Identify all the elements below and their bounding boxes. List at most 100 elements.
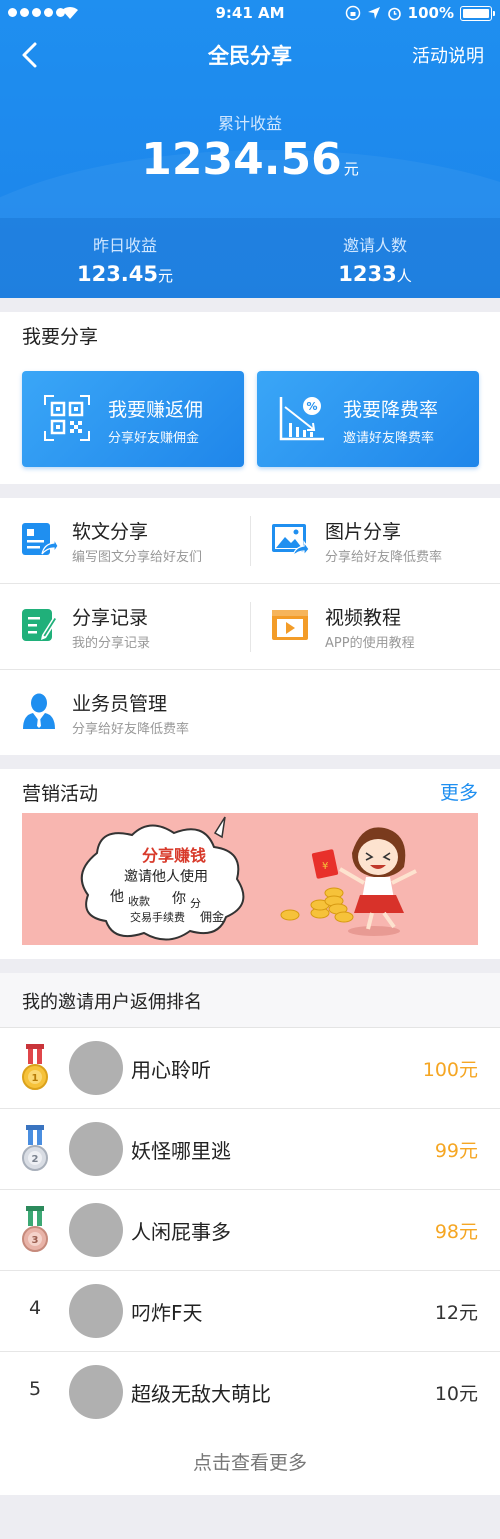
svg-text:%: %	[306, 400, 317, 413]
ranking-amount-4: 12元	[434, 1302, 478, 1324]
menu-image-share[interactable]: 图片分享 分享给好友降低费率	[250, 516, 500, 566]
qr-code-icon	[44, 395, 90, 441]
lock-rotation-icon	[345, 5, 360, 21]
menu-share-records-title: 分享记录	[72, 607, 149, 629]
ranking-header: 我的邀请用户返佣排名	[0, 973, 500, 1028]
bronze-medal-icon: 3	[22, 1206, 48, 1252]
invite-count: 邀请人数 1233人	[250, 218, 500, 298]
share-tools-menu: 软文分享 编写图文分享给好友们 图片分享 分享给好友降低费率 分享记录 我的分享…	[0, 498, 500, 755]
yesterday-earnings-value: 123.45	[76, 262, 159, 286]
ranking-number-5: 5	[28, 1378, 42, 1400]
battery-percent: 100%	[407, 4, 454, 22]
person-icon	[23, 693, 55, 729]
menu-image-share-subtitle: 分享给好友降低费率	[325, 550, 443, 565]
silver-medal-icon: 2	[22, 1125, 48, 1171]
stats-bar: 昨日收益 123.45元 邀请人数 1233人	[0, 218, 500, 298]
banner-line2-share: 分	[190, 897, 201, 910]
coins-icon	[280, 887, 354, 923]
menu-salesman-management-subtitle: 分享给好友降低费率	[72, 722, 190, 737]
marketing-section: 营销活动 更多 分享赚钱 邀请他人使用 他 收款 你 分 交易手续费 佣金 ¥	[0, 769, 500, 959]
lower-rate-subtitle: 邀请好友降费率	[343, 431, 435, 446]
ranking-name-2: 妖怪哪里逃	[131, 1139, 231, 1163]
banner-headline: 分享赚钱	[142, 846, 206, 865]
marketing-banner[interactable]: 分享赚钱 邀请他人使用 他 收款 你 分 交易手续费 佣金 ¥	[22, 813, 478, 945]
banner-line2-you: 你	[172, 891, 186, 907]
invite-count-unit: 人	[396, 267, 412, 285]
earn-commission-subtitle: 分享好友赚佣金	[108, 431, 200, 446]
menu-video-tutorial-subtitle: APP的使用教程	[325, 636, 415, 651]
envelope-symbol: ¥	[322, 861, 328, 872]
rate-down-chart-icon: %	[279, 397, 324, 441]
menu-article-share-title: 软文分享	[72, 521, 149, 543]
menu-share-records-subtitle: 我的分享记录	[72, 636, 151, 651]
red-envelope-icon: ¥	[311, 849, 339, 879]
ranking-number-4: 4	[28, 1297, 42, 1319]
menu-video-tutorial-title: 视频教程	[325, 607, 402, 629]
share-section: 我要分享 我要赚返佣 分享好友赚佣金 % 我要降费率 邀请好友降费率	[0, 312, 500, 484]
banner-line3-commission: 佣金	[200, 909, 224, 924]
video-icon	[272, 610, 308, 640]
lower-rate-button[interactable]: % 我要降费率 邀请好友降费率	[257, 371, 479, 467]
banner-illustration: 分享赚钱 邀请他人使用 他 收款 你 分 交易手续费 佣金 ¥	[80, 816, 417, 941]
invite-count-value: 1233	[338, 262, 397, 286]
avatar	[69, 1365, 123, 1419]
ranking-amount-5: 10元	[434, 1383, 478, 1405]
earnings-header: 9:41 AM 100% 全民分享 活动说明 累计收益 1234.56 元 昨日收…	[0, 0, 500, 298]
marketing-section-title: 营销活动	[22, 783, 99, 805]
avatar	[69, 1041, 123, 1095]
edit-record-icon	[22, 609, 58, 641]
alarm-icon	[387, 7, 401, 20]
medal-rank-1: 1	[32, 1073, 39, 1084]
total-earnings-value: 1234.56	[141, 134, 342, 185]
ranking-title: 我的邀请用户返佣排名	[22, 992, 202, 1013]
ranking-section: 我的邀请用户返佣排名 1 用心聆听 100元 2 妖怪哪里逃 99元 3 人闲屁…	[0, 973, 500, 1495]
avatar	[69, 1122, 123, 1176]
menu-salesman-management[interactable]: 业务员管理 分享给好友降低费率	[0, 670, 250, 756]
medal-rank-3: 3	[32, 1235, 39, 1246]
banner-line2-he: 他	[110, 889, 124, 905]
menu-share-records[interactable]: 分享记录 我的分享记录	[0, 584, 250, 670]
ranking-row-4[interactable]: 4 叼炸F天 12元	[0, 1271, 500, 1352]
yesterday-earnings-label: 昨日收益	[92, 236, 157, 255]
ranking-amount-2: 99元	[434, 1140, 478, 1162]
earn-commission-button[interactable]: 我要赚返佣 分享好友赚佣金	[22, 371, 244, 467]
lower-rate-title: 我要降费率	[343, 399, 439, 421]
ranking-row-3[interactable]: 3 人闲屁事多 98元	[0, 1190, 500, 1271]
ranking-row-5[interactable]: 5 超级无敌大萌比 10元	[0, 1352, 500, 1433]
battery-icon	[460, 5, 495, 21]
ranking-amount-3: 98元	[434, 1221, 478, 1243]
nav-bar: 全民分享 活动说明	[0, 28, 500, 82]
banner-line3-fee: 交易手续费	[130, 910, 185, 924]
menu-image-share-title: 图片分享	[325, 521, 402, 543]
ranking-name-5: 超级无敌大萌比	[131, 1382, 271, 1406]
menu-salesman-management-title: 业务员管理	[72, 693, 168, 715]
marketing-more-link[interactable]: 更多	[440, 778, 478, 805]
earn-commission-title: 我要赚返佣	[108, 399, 204, 421]
total-earnings-label: 累计收益	[217, 114, 282, 133]
menu-article-share[interactable]: 软文分享 编写图文分享给好友们	[0, 498, 250, 584]
share-section-title: 我要分享	[22, 326, 99, 348]
invite-count-label: 邀请人数	[342, 236, 407, 255]
total-earnings-unit: 元	[343, 160, 359, 178]
ranking-name-1: 用心聆听	[131, 1058, 211, 1082]
ranking-row-1[interactable]: 1 用心聆听 100元	[0, 1028, 500, 1109]
yesterday-earnings: 昨日收益 123.45元	[0, 218, 250, 298]
total-earnings: 1234.56 元	[0, 134, 500, 185]
yesterday-earnings-unit: 元	[158, 267, 174, 285]
status-bar: 9:41 AM 100%	[0, 0, 500, 28]
activity-rules-link[interactable]: 活动说明	[412, 42, 484, 68]
menu-article-share-subtitle: 编写图文分享给好友们	[72, 550, 203, 565]
see-more-button[interactable]: 点击查看更多	[0, 1432, 500, 1495]
location-arrow-icon	[367, 7, 380, 19]
ranking-row-2[interactable]: 2 妖怪哪里逃 99元	[0, 1109, 500, 1190]
ranking-amount-1: 100元	[422, 1059, 478, 1081]
banner-line1: 邀请他人使用	[124, 868, 208, 885]
menu-video-tutorial[interactable]: 视频教程 APP的使用教程	[250, 602, 500, 652]
article-share-icon	[22, 523, 58, 555]
ranking-name-3: 人闲屁事多	[131, 1220, 231, 1244]
ranking-name-4: 叼炸F天	[131, 1301, 203, 1325]
medal-rank-2: 2	[32, 1154, 39, 1165]
gold-medal-icon: 1	[22, 1044, 48, 1090]
avatar	[69, 1203, 123, 1257]
avatar	[69, 1284, 123, 1338]
